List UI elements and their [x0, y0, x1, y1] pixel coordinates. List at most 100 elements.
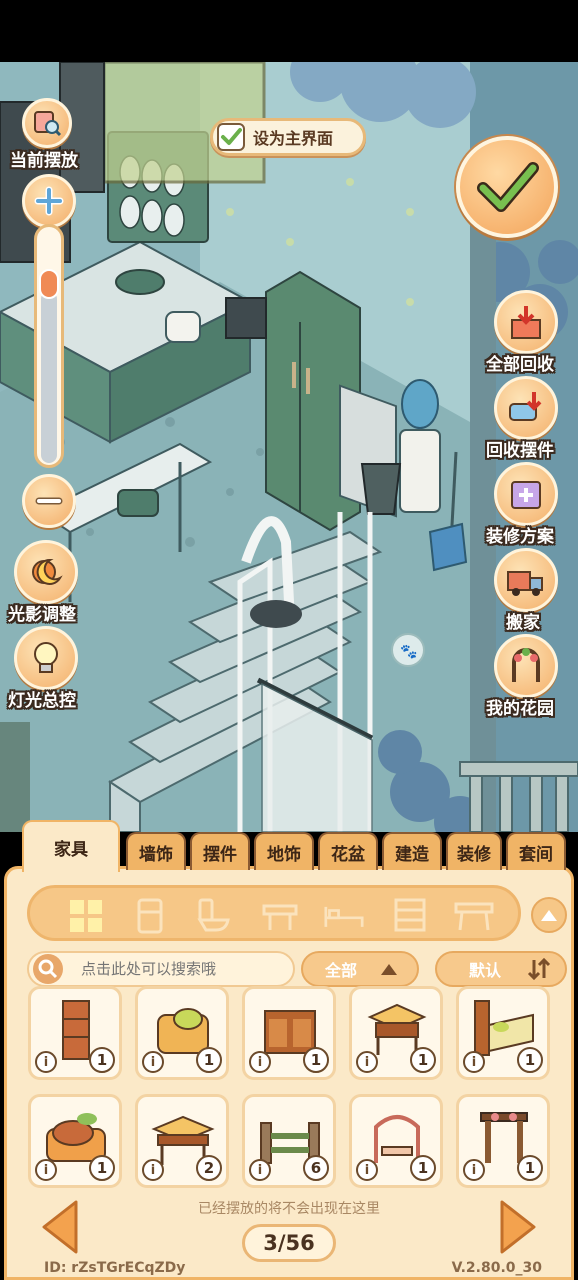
info-icon[interactable]: i	[249, 1159, 271, 1181]
info-icon[interactable]: i	[35, 1159, 57, 1181]
info-icon[interactable]: i	[356, 1159, 378, 1181]
my-garden-label: 我的花园	[486, 699, 554, 719]
recycle-all-label: 全部回收	[486, 355, 554, 375]
sort-dropdown[interactable]: 默认	[435, 951, 567, 987]
item-count: 1	[410, 1155, 436, 1181]
search-bar[interactable]	[27, 951, 295, 987]
current-placement-label: 当前摆放	[10, 151, 78, 171]
tab-wall-decor[interactable]: 墙饰	[126, 832, 186, 870]
info-icon[interactable]: i	[142, 1051, 164, 1073]
tab-label: 家具	[54, 839, 88, 860]
checkbox-icon	[217, 123, 245, 151]
arrow-left-icon	[42, 1200, 78, 1254]
minus-icon	[35, 497, 63, 505]
furniture-panel: 全部 默认 家具 墙饰 摆件 地饰 花盆 建造 装修 套间 i 1 i 1 i …	[0, 820, 578, 1280]
item-sofa[interactable]: i 1	[28, 1094, 122, 1188]
light-shadow-button[interactable]	[14, 540, 78, 604]
tab-furniture[interactable]: 家具	[22, 820, 120, 872]
item-fence-gate[interactable]: i 6	[242, 1094, 336, 1188]
item-count: 2	[196, 1155, 222, 1181]
svg-text:🐾: 🐾	[400, 644, 417, 660]
tab-label: 套间	[519, 844, 553, 865]
zoom-out-button[interactable]	[22, 474, 76, 528]
tab-planters[interactable]: 花盆	[318, 832, 378, 870]
next-page-button[interactable]	[498, 1198, 538, 1256]
user-id: ID: rZsTGrECqZDy	[44, 1260, 186, 1276]
item-pergola[interactable]: i 1	[456, 1094, 550, 1188]
box-in-icon	[511, 306, 541, 339]
tab-label: 摆件	[203, 844, 237, 865]
garden-arch-icon	[512, 648, 540, 682]
confirm-button[interactable]	[456, 136, 558, 238]
triangle-up-icon	[381, 964, 398, 975]
decor-plan-button[interactable]	[494, 462, 558, 526]
plus-icon	[34, 186, 64, 216]
item-armchair[interactable]: i 1	[135, 986, 229, 1080]
current-placement-button[interactable]	[22, 98, 72, 148]
info-icon[interactable]: i	[249, 1051, 271, 1073]
magnify-room-icon	[34, 111, 62, 137]
item-count: 1	[89, 1047, 115, 1073]
filter-dropdown[interactable]: 全部	[301, 951, 419, 987]
desk-icon[interactable]	[454, 896, 494, 936]
set-as-main-label: 设为主界面	[253, 129, 334, 148]
item-count: 1	[89, 1155, 115, 1181]
grid-icon[interactable]	[66, 896, 106, 936]
tab-label: 墙饰	[139, 844, 173, 865]
toilet-icon[interactable]	[194, 896, 234, 936]
filter-label: 全部	[325, 961, 358, 980]
info-icon[interactable]: i	[356, 1051, 378, 1073]
search-input[interactable]	[81, 960, 271, 978]
placed-items-hint: 已经摆放的将不会出现在这里	[198, 1201, 380, 1217]
blueprint-icon	[511, 481, 541, 509]
zoom-slider[interactable]	[34, 224, 64, 468]
search-icon	[33, 954, 63, 984]
item-count: 1	[517, 1047, 543, 1073]
move-house-button[interactable]	[494, 548, 558, 612]
tab-build[interactable]: 建造	[382, 832, 442, 870]
tab-label: 花盆	[331, 844, 365, 865]
set-as-main-toggle[interactable]: 设为主界面	[210, 118, 366, 156]
info-icon[interactable]: i	[463, 1159, 485, 1181]
light-control-button[interactable]	[14, 626, 78, 690]
light-shadow-label: 光影调整	[8, 605, 76, 625]
sun-moon-icon	[32, 558, 63, 585]
stool-icon[interactable]	[260, 896, 300, 936]
tab-suites[interactable]: 套间	[506, 832, 566, 870]
tab-label: 装修	[457, 844, 491, 865]
zoom-slider-handle[interactable]	[39, 269, 59, 299]
tab-floor-decor[interactable]: 地饰	[254, 832, 314, 870]
move-house-label: 搬家	[506, 613, 540, 633]
recycle-items-button[interactable]	[494, 376, 558, 440]
item-table[interactable]: i 2	[135, 1094, 229, 1188]
bed-icon[interactable]	[324, 896, 364, 936]
item-count: 1	[303, 1047, 329, 1073]
decor-plan-label: 装修方案	[486, 527, 554, 547]
prev-page-button[interactable]	[40, 1198, 80, 1256]
tab-renovate[interactable]: 装修	[446, 832, 502, 870]
tab-bar: 家具 墙饰 摆件 地饰 花盆 建造 装修 套间	[0, 820, 578, 872]
item-bookshelf[interactable]: i 1	[28, 986, 122, 1080]
check-icon	[477, 162, 539, 212]
tray-in-icon	[509, 392, 542, 421]
lightbulb-icon	[34, 642, 58, 673]
item-count: 1	[196, 1047, 222, 1073]
recycle-all-button[interactable]	[494, 290, 558, 354]
collapse-button[interactable]	[531, 897, 567, 933]
tab-ornaments[interactable]: 摆件	[190, 832, 250, 870]
zoom-slider-track	[41, 291, 57, 463]
info-icon[interactable]: i	[35, 1051, 57, 1073]
my-garden-button[interactable]	[494, 634, 558, 698]
info-icon[interactable]: i	[463, 1051, 485, 1073]
item-bed[interactable]: i 1	[456, 986, 550, 1080]
info-icon[interactable]: i	[142, 1159, 164, 1181]
item-sideboard[interactable]: i 1	[242, 986, 336, 1080]
tab-label: 地饰	[267, 844, 301, 865]
item-arch-bench[interactable]: i 1	[349, 1094, 443, 1188]
sort-label: 默认	[469, 961, 502, 980]
item-tea-table[interactable]: i 1	[349, 986, 443, 1080]
zoom-in-button[interactable]	[22, 174, 76, 228]
fridge-icon[interactable]	[130, 896, 170, 936]
item-count: 1	[517, 1155, 543, 1181]
cabinet-icon[interactable]	[390, 896, 430, 936]
